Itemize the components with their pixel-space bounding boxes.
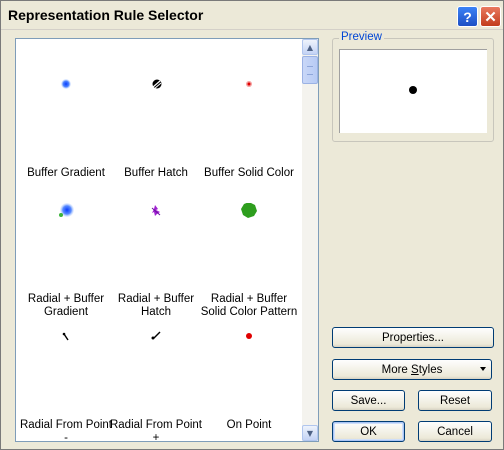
rule-item-radial-buffer-solid-color-pattern[interactable]: Radial + Buffer Solid Color Pattern: [201, 203, 297, 318]
help-button[interactable]: ?: [457, 6, 478, 27]
close-button[interactable]: ✕: [480, 6, 501, 27]
properties-button[interactable]: Properties...: [332, 327, 494, 348]
rule-item-radial-from-point-minus[interactable]: Radial From Point -: [18, 329, 114, 441]
radial-from-point-plus-icon: [151, 331, 161, 340]
rule-item-radial-buffer-hatch[interactable]: Radial + Buffer Hatch: [108, 203, 204, 318]
rule-gallery[interactable]: Buffer Gradient Buffer Hatch Buffer Soli…: [15, 38, 319, 442]
rule-item-buffer-solid-color[interactable]: Buffer Solid Color: [201, 77, 297, 187]
dropdown-arrow-icon: [480, 367, 486, 371]
gallery-scrollbar[interactable]: ▲ ▼: [302, 39, 318, 441]
rule-item-label: Buffer Hatch: [124, 167, 188, 179]
rule-grid: Buffer Gradient Buffer Hatch Buffer Soli…: [16, 39, 302, 441]
more-styles-label: More Styles: [381, 363, 443, 376]
save-button[interactable]: Save...: [332, 390, 405, 411]
radial-from-point-minus-icon: [62, 332, 69, 341]
rule-item-label: Buffer Solid Color: [204, 167, 294, 179]
preview-canvas: [339, 49, 487, 133]
rule-item-label: Radial + Buffer Solid Color Pattern: [200, 293, 298, 318]
rule-item-label: On Point: [226, 419, 272, 431]
radial-buffer-solid-color-pattern-icon: [241, 203, 257, 218]
more-styles-dropdown-button[interactable]: More Styles: [332, 359, 492, 380]
help-icon: ?: [463, 8, 472, 25]
title-bar[interactable]: Representation Rule Selector ? ✕: [1, 1, 503, 30]
rule-item-buffer-hatch[interactable]: Buffer Hatch: [108, 77, 204, 187]
rule-item-radial-from-point-plus[interactable]: Radial From Point +: [108, 329, 204, 441]
scroll-thumb[interactable]: [302, 56, 318, 84]
rule-item-buffer-gradient[interactable]: Buffer Gradient: [18, 77, 114, 187]
close-icon: ✕: [484, 8, 497, 26]
cancel-button[interactable]: Cancel: [418, 421, 492, 442]
radial-buffer-gradient-icon: [59, 203, 74, 217]
scroll-down-button[interactable]: ▼: [302, 425, 318, 441]
buffer-solid-color-icon: [246, 81, 252, 87]
rule-item-label: Radial + Buffer Hatch: [117, 293, 195, 318]
rule-item-label: Radial From Point +: [109, 419, 203, 442]
buffer-hatch-icon: [152, 79, 162, 90]
on-point-icon: [246, 333, 252, 339]
preview-label: Preview: [339, 31, 384, 43]
rule-item-on-point[interactable]: On Point: [201, 329, 297, 439]
preview-point-symbol: [409, 86, 417, 94]
radial-buffer-hatch-icon: [151, 205, 161, 216]
window-title: Representation Rule Selector: [8, 7, 204, 23]
ok-button[interactable]: OK: [332, 421, 405, 442]
rule-item-radial-buffer-gradient[interactable]: Radial + Buffer Gradient: [18, 203, 114, 318]
scroll-up-button[interactable]: ▲: [302, 39, 318, 55]
buffer-gradient-icon: [61, 79, 71, 89]
dialog-window: Representation Rule Selector ? ✕ Buffer …: [0, 0, 504, 450]
chevron-up-icon: ▲: [306, 42, 314, 52]
reset-button[interactable]: Reset: [418, 390, 492, 411]
chevron-down-icon: ▼: [306, 428, 314, 438]
